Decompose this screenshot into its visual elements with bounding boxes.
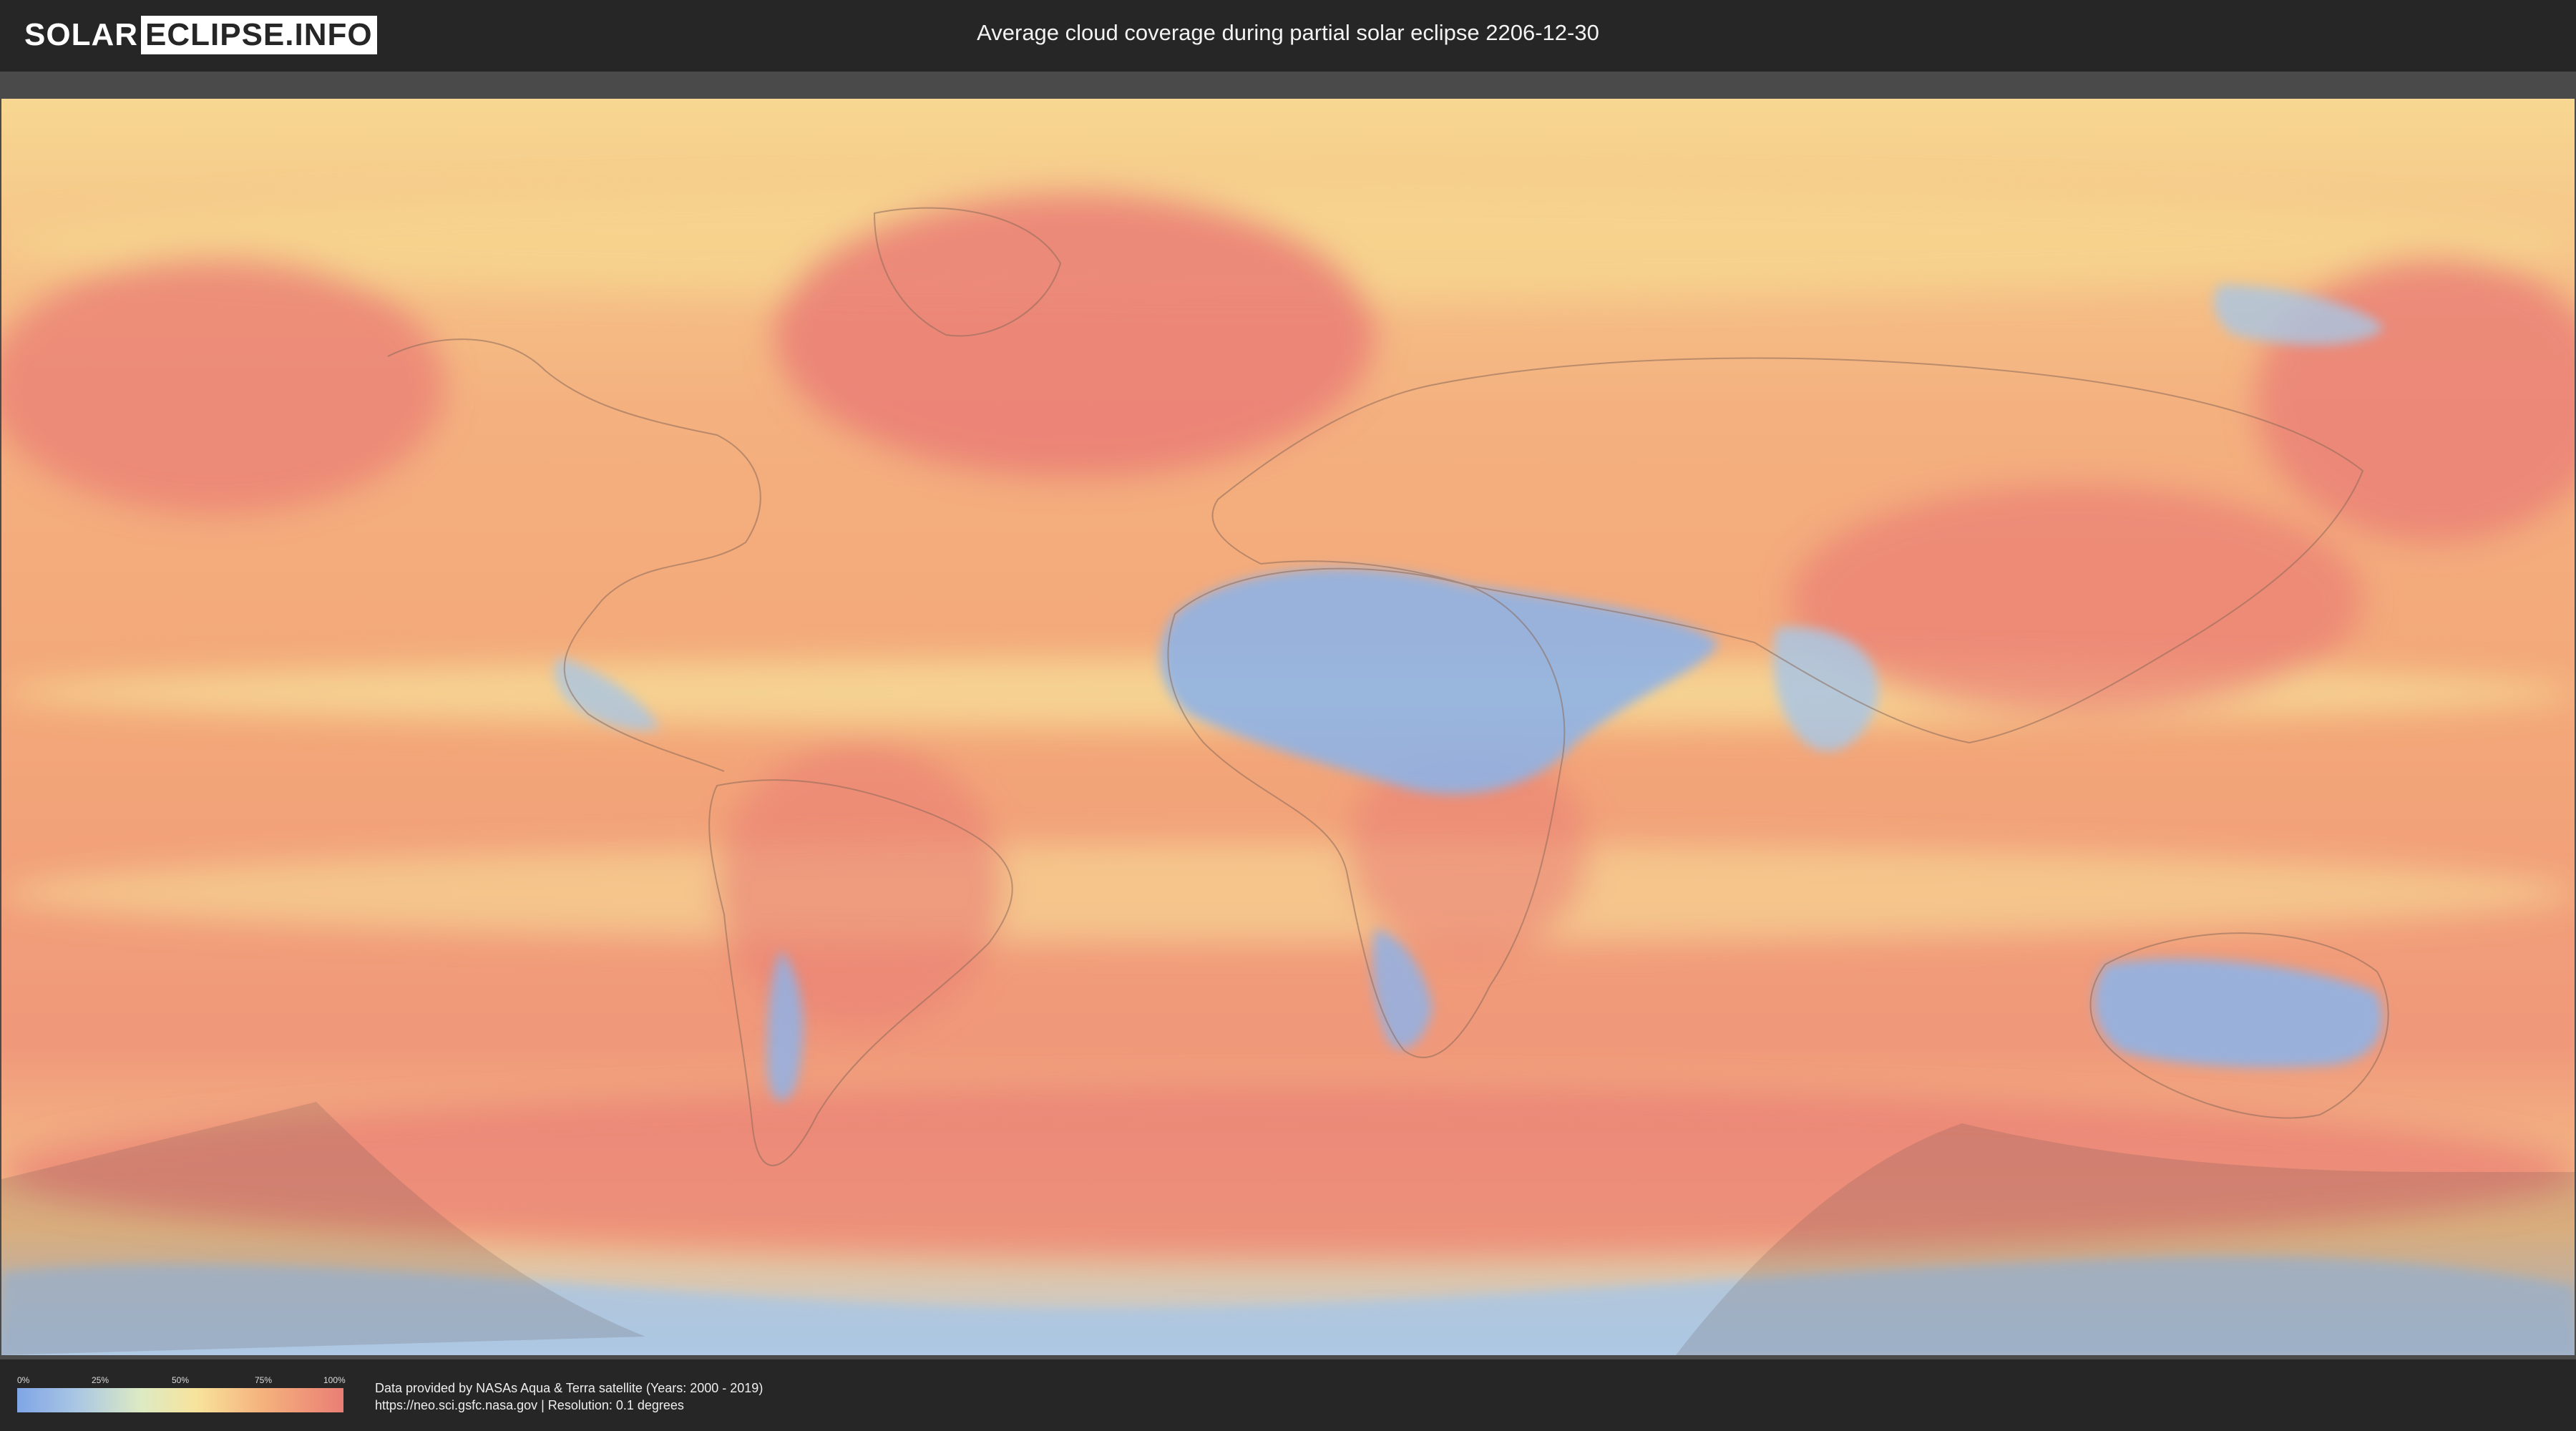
- cloud-coverage-map[interactable]: [1, 99, 2575, 1355]
- legend-tick-100: 100%: [323, 1375, 346, 1385]
- credit-line-source: Data provided by NASAs Aqua & Terra sate…: [375, 1381, 763, 1395]
- legend-tick-0: 0%: [17, 1375, 30, 1385]
- legend-ticks: 0% 25% 50% 75% 100%: [17, 1375, 346, 1388]
- color-legend: 0% 25% 50% 75% 100%: [17, 1375, 346, 1412]
- map-svg: [1, 99, 2575, 1355]
- legend-tick-50: 50%: [172, 1375, 190, 1385]
- page-title: Average cloud coverage during partial so…: [977, 20, 1599, 45]
- legend-gradient-bar: [17, 1388, 343, 1412]
- legend-tick-75: 75%: [255, 1375, 273, 1385]
- data-credits: Data provided by NASAs Aqua & Terra sate…: [375, 1379, 763, 1414]
- header-bar: SOLAR ECLIPSE.INFO Average cloud coverag…: [0, 0, 2576, 72]
- credit-line-url: https://neo.sci.gsfc.nasa.gov | Resoluti…: [375, 1398, 684, 1412]
- map-top-margin: [0, 72, 2576, 97]
- legend-tick-25: 25%: [92, 1375, 109, 1385]
